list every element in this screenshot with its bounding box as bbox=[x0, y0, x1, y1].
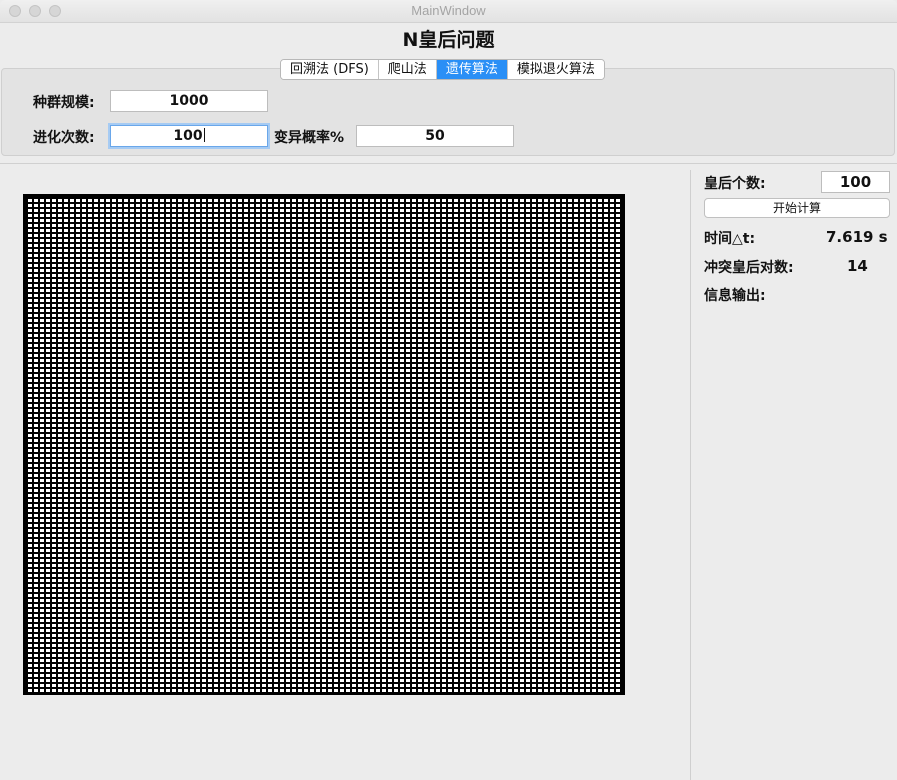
population-label: 种群规模: bbox=[33, 95, 95, 111]
tab-backtracking[interactable]: 回溯法 (DFS) bbox=[281, 60, 379, 79]
time-value: 7.619 s bbox=[826, 228, 888, 246]
algorithm-tabs: 回溯法 (DFS) 爬山法 遗传算法 模拟退火算法 bbox=[280, 59, 605, 80]
queens-label: 皇后个数: bbox=[704, 176, 766, 192]
horizontal-divider bbox=[0, 163, 897, 164]
main-window: MainWindow N皇后问题 种群规模: 进化次数: 100 变异概率% 回… bbox=[0, 0, 897, 780]
tab-genetic[interactable]: 遗传算法 bbox=[436, 60, 508, 79]
tab-simulated-annealing[interactable]: 模拟退火算法 bbox=[507, 60, 604, 79]
queens-input[interactable] bbox=[821, 171, 890, 193]
generations-value: 100 bbox=[173, 128, 203, 144]
tab-panel: 种群规模: 进化次数: 100 变异概率% bbox=[1, 68, 895, 156]
mutation-input[interactable] bbox=[356, 125, 514, 147]
text-caret bbox=[203, 128, 205, 142]
tab-hill-climbing[interactable]: 爬山法 bbox=[378, 60, 437, 79]
generations-input[interactable]: 100 bbox=[110, 125, 268, 147]
title-bar[interactable]: MainWindow bbox=[0, 0, 897, 23]
page-title: N皇后问题 bbox=[402, 29, 495, 51]
vertical-divider[interactable] bbox=[690, 170, 691, 780]
info-output-label: 信息输出: bbox=[704, 288, 766, 304]
population-input[interactable] bbox=[110, 90, 268, 112]
start-button[interactable]: 开始计算 bbox=[704, 198, 890, 218]
chessboard bbox=[23, 194, 625, 695]
time-label: 时间△t: bbox=[704, 231, 756, 247]
generations-label: 进化次数: bbox=[33, 130, 95, 146]
mutation-label: 变异概率% bbox=[274, 130, 345, 146]
conflicts-value: 14 bbox=[847, 257, 868, 275]
conflicts-label: 冲突皇后对数: bbox=[704, 260, 794, 276]
window-title: MainWindow bbox=[411, 3, 486, 18]
